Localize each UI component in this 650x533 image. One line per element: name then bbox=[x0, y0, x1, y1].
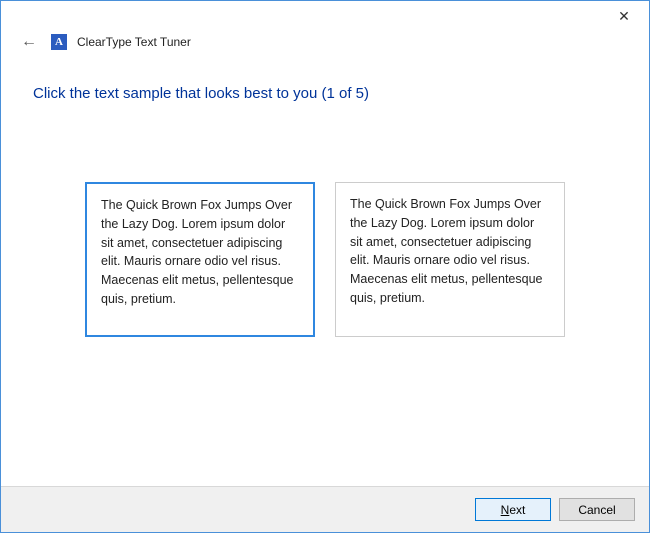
back-arrow-icon[interactable]: ← bbox=[17, 31, 41, 53]
titlebar: ✕ bbox=[1, 1, 649, 31]
page-heading: Click the text sample that looks best to… bbox=[33, 85, 617, 102]
close-icon[interactable]: ✕ bbox=[609, 8, 639, 25]
content-area: Click the text sample that looks best to… bbox=[1, 61, 649, 486]
next-button[interactable]: Next bbox=[475, 498, 551, 521]
text-sample-2[interactable]: The Quick Brown Fox Jumps Over the Lazy … bbox=[335, 182, 565, 337]
app-icon: A bbox=[51, 34, 67, 50]
app-title: ClearType Text Tuner bbox=[77, 35, 191, 49]
text-sample-1[interactable]: The Quick Brown Fox Jumps Over the Lazy … bbox=[85, 182, 315, 337]
cancel-button[interactable]: Cancel bbox=[559, 498, 635, 521]
sample-container: The Quick Brown Fox Jumps Over the Lazy … bbox=[33, 182, 617, 337]
footer: Next Cancel bbox=[1, 486, 649, 532]
header: ← A ClearType Text Tuner bbox=[1, 31, 649, 61]
window: ✕ ← A ClearType Text Tuner Click the tex… bbox=[0, 0, 650, 533]
